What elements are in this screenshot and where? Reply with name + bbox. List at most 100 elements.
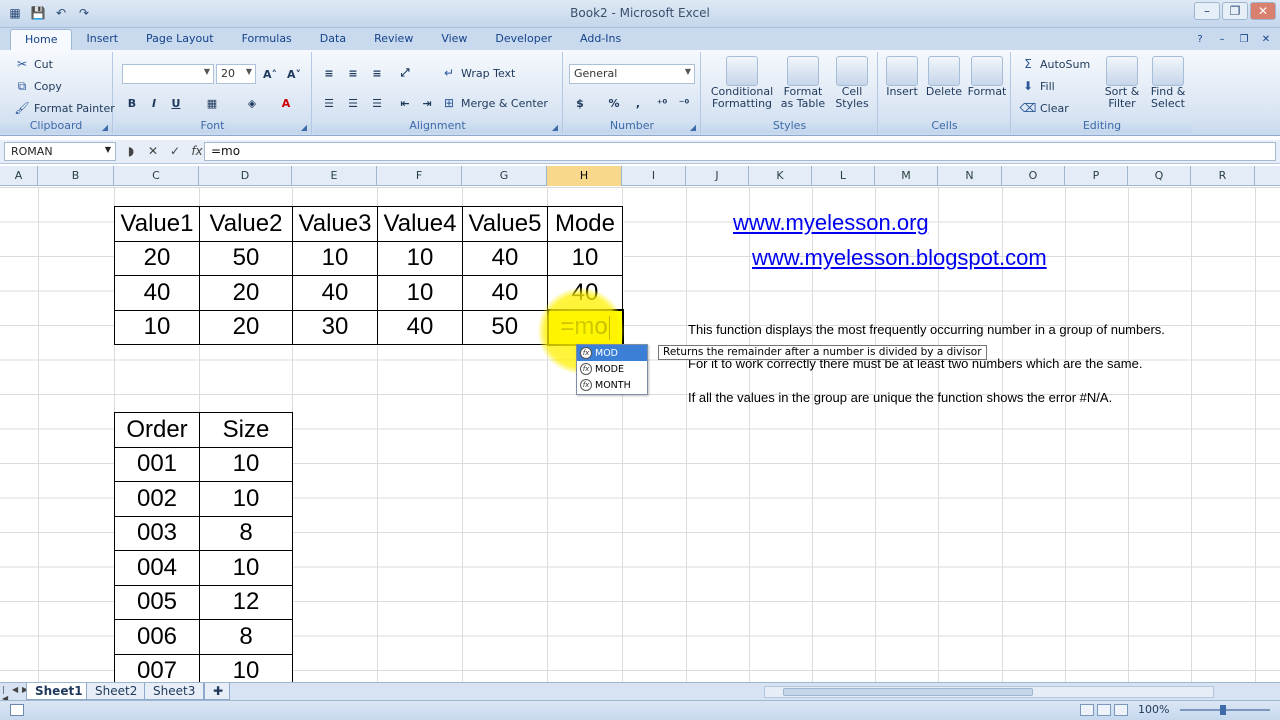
autocomplete-item-mode[interactable]: fx MODE	[577, 361, 647, 377]
tab-insert[interactable]: Insert	[72, 29, 132, 50]
format-cells-button[interactable]: Format	[965, 56, 1009, 98]
zoom-slider[interactable]	[1180, 705, 1270, 715]
column-header[interactable]: D	[199, 166, 292, 186]
macro-record-icon[interactable]	[10, 704, 24, 716]
header-cell[interactable]: Value1	[114, 206, 200, 242]
sheet-tab-sheet1[interactable]: Sheet1	[26, 683, 92, 700]
zoom-level[interactable]: 100%	[1138, 703, 1169, 716]
table-cell[interactable]: 40	[462, 275, 548, 311]
borders-icon[interactable]: ▦	[202, 94, 222, 112]
minimize-icon[interactable]: –	[1194, 2, 1220, 20]
conditional-formatting-button[interactable]: Conditional Formatting	[708, 56, 776, 110]
underline-button[interactable]: U	[166, 94, 186, 112]
column-header[interactable]: Q	[1128, 166, 1191, 186]
format-painter-button[interactable]: 🖌 Format Painter	[14, 100, 114, 116]
table-cell[interactable]: 12	[199, 584, 293, 620]
dialog-launcher-icon[interactable]: ◢	[690, 123, 696, 132]
horizontal-scrollbar[interactable]	[764, 686, 1214, 698]
format-as-table-button[interactable]: Format as Table	[776, 56, 830, 110]
mode-result-cell[interactable]: 10	[547, 240, 623, 276]
fill-color-icon[interactable]: ◈	[242, 94, 262, 112]
close-icon[interactable]: ✕	[1250, 2, 1276, 20]
grow-font-icon[interactable]: A˄	[260, 65, 280, 83]
percent-button[interactable]: %	[604, 94, 624, 112]
align-center-icon[interactable]: ☰	[343, 94, 363, 112]
dialog-launcher-icon[interactable]: ◢	[102, 123, 108, 132]
table-cell[interactable]: 006	[114, 619, 200, 655]
table-cell[interactable]: 50	[199, 240, 293, 276]
help-icon[interactable]: ?	[1192, 31, 1208, 47]
increase-decimal-icon[interactable]: ⁺⁰	[652, 94, 672, 112]
increase-indent-icon[interactable]: ⇥	[417, 94, 437, 112]
table-cell[interactable]: 20	[114, 240, 200, 276]
column-header[interactable]: B	[38, 166, 114, 186]
table-cell[interactable]: 10	[377, 240, 463, 276]
orientation-icon[interactable]: ⤢	[395, 64, 415, 82]
cancel-icon[interactable]: ✕	[144, 142, 162, 160]
table-cell[interactable]: 30	[292, 309, 378, 345]
mode-result-cell[interactable]: 40	[547, 275, 623, 311]
link-myelesson-blogspot[interactable]: www.myelesson.blogspot.com	[752, 245, 1047, 271]
sheet-tab-sheet3[interactable]: Sheet3	[144, 683, 205, 700]
cell-styles-button[interactable]: Cell Styles	[830, 56, 874, 110]
comma-button[interactable]: ,	[628, 94, 648, 112]
wrap-text-button[interactable]: ↵ Wrap Text	[441, 65, 515, 81]
autosum-button[interactable]: Σ AutoSum	[1020, 56, 1090, 72]
align-left-icon[interactable]: ☰	[319, 94, 339, 112]
column-header[interactable]: E	[292, 166, 377, 186]
number-format-combo[interactable]: General ▼	[569, 64, 695, 84]
table-cell[interactable]: 005	[114, 584, 200, 620]
header-cell[interactable]: Value5	[462, 206, 548, 242]
align-bottom-icon[interactable]: ≡	[367, 64, 387, 82]
table-cell[interactable]: 40	[292, 275, 378, 311]
table-cell[interactable]: 10	[199, 446, 293, 482]
table-cell[interactable]: 8	[199, 619, 293, 655]
expand-icon[interactable]: ◗	[122, 142, 140, 160]
tab-home[interactable]: Home	[10, 29, 73, 50]
tab-data[interactable]: Data	[306, 29, 360, 50]
copy-button[interactable]: ⧉ Copy	[14, 78, 62, 94]
column-header[interactable]: H	[547, 166, 622, 186]
table-cell[interactable]: 10	[377, 275, 463, 311]
column-header[interactable]: A	[0, 166, 38, 186]
tab-formulas[interactable]: Formulas	[228, 29, 306, 50]
font-color-icon[interactable]: A	[276, 94, 296, 112]
table-cell[interactable]: 001	[114, 446, 200, 482]
column-header[interactable]: I	[622, 166, 686, 186]
header-cell[interactable]: Size	[199, 412, 293, 448]
dialog-launcher-icon[interactable]: ◢	[552, 123, 558, 132]
fill-button[interactable]: ⬇ Fill	[1020, 78, 1055, 94]
bold-button[interactable]: B	[122, 94, 142, 112]
sheet-tab-sheet2[interactable]: Sheet2	[86, 683, 147, 700]
column-header[interactable]: K	[749, 166, 812, 186]
tab-add-ins[interactable]: Add-Ins	[566, 29, 635, 50]
column-header[interactable]: R	[1191, 166, 1255, 186]
insert-sheet-icon[interactable]: ✚	[204, 683, 230, 700]
column-header[interactable]: J	[686, 166, 749, 186]
column-header[interactable]: O	[1002, 166, 1065, 186]
align-middle-icon[interactable]: ≡	[343, 64, 363, 82]
column-header[interactable]: C	[114, 166, 199, 186]
autocomplete-item-month[interactable]: fx MONTH	[577, 377, 647, 393]
column-header[interactable]: M	[875, 166, 938, 186]
table-cell[interactable]: 40	[377, 309, 463, 345]
column-header[interactable]: L	[812, 166, 875, 186]
delete-cells-button[interactable]: Delete	[923, 56, 965, 98]
italic-button[interactable]: I	[144, 94, 164, 112]
shrink-font-icon[interactable]: A˅	[284, 65, 304, 83]
table-cell[interactable]: 002	[114, 481, 200, 517]
table-cell[interactable]: 50	[462, 309, 548, 345]
tab-developer[interactable]: Developer	[481, 29, 566, 50]
align-right-icon[interactable]: ☰	[367, 94, 387, 112]
table-cell[interactable]: 10	[114, 309, 200, 345]
column-header[interactable]: N	[938, 166, 1002, 186]
clear-button[interactable]: ⌫ Clear	[1020, 100, 1069, 116]
name-box[interactable]: ROMAN ▼	[4, 142, 116, 161]
header-cell[interactable]: Mode	[547, 206, 623, 242]
find-select-button[interactable]: Find & Select	[1146, 56, 1190, 110]
column-header[interactable]: P	[1065, 166, 1128, 186]
sort-filter-button[interactable]: Sort & Filter	[1100, 56, 1144, 110]
scrollbar-thumb[interactable]	[783, 688, 1033, 696]
cut-button[interactable]: ✂ Cut	[14, 56, 53, 72]
table-cell[interactable]: 10	[199, 550, 293, 586]
